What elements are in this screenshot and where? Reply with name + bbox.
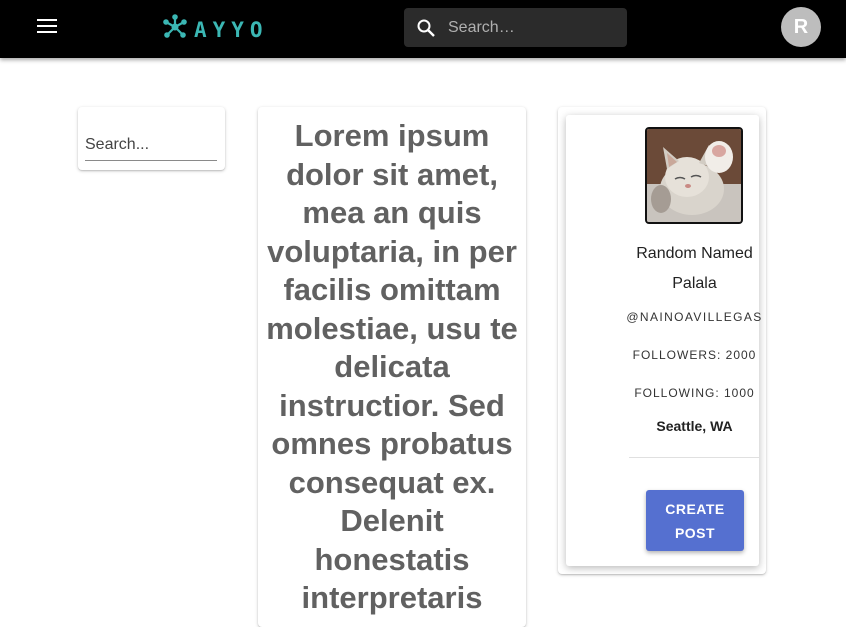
sidebar-search-input[interactable] <box>85 134 217 161</box>
create-post-label: CREATE POST <box>665 500 725 541</box>
post-text: Lorem ipsum dolor sit amet, mea an quis … <box>266 118 518 615</box>
user-avatar[interactable]: R <box>781 7 821 47</box>
top-search-bar[interactable] <box>404 8 627 47</box>
profile-handle: @NAINOAVILLEGAS <box>626 310 763 324</box>
molecule-logo-icon <box>162 14 188 45</box>
create-post-button[interactable]: CREATE POST <box>646 490 744 551</box>
top-search-input[interactable] <box>448 18 608 37</box>
followers-count: FOLLOWERS: 2000 <box>632 348 757 362</box>
divider <box>629 457 759 458</box>
sidebar-search-card <box>78 107 225 170</box>
profile-name: Random Named Palala <box>636 245 753 292</box>
logo[interactable]: AYYO <box>162 14 269 45</box>
menu-icon <box>37 18 57 38</box>
menu-button[interactable] <box>26 7 68 49</box>
following-count: FOLLOWING: 1000 <box>634 386 755 400</box>
profile-location: Seattle, WA <box>656 418 733 434</box>
logo-text: AYYO <box>194 17 269 42</box>
search-icon <box>404 18 448 38</box>
profile-card: Random Named Palala @NAINOAVILLEGAS FOLL… <box>566 115 761 566</box>
app-bar: AYYO R <box>0 0 846 58</box>
post-card: Lorem ipsum dolor sit amet, mea an quis … <box>258 107 526 627</box>
profile-picture <box>645 127 743 224</box>
